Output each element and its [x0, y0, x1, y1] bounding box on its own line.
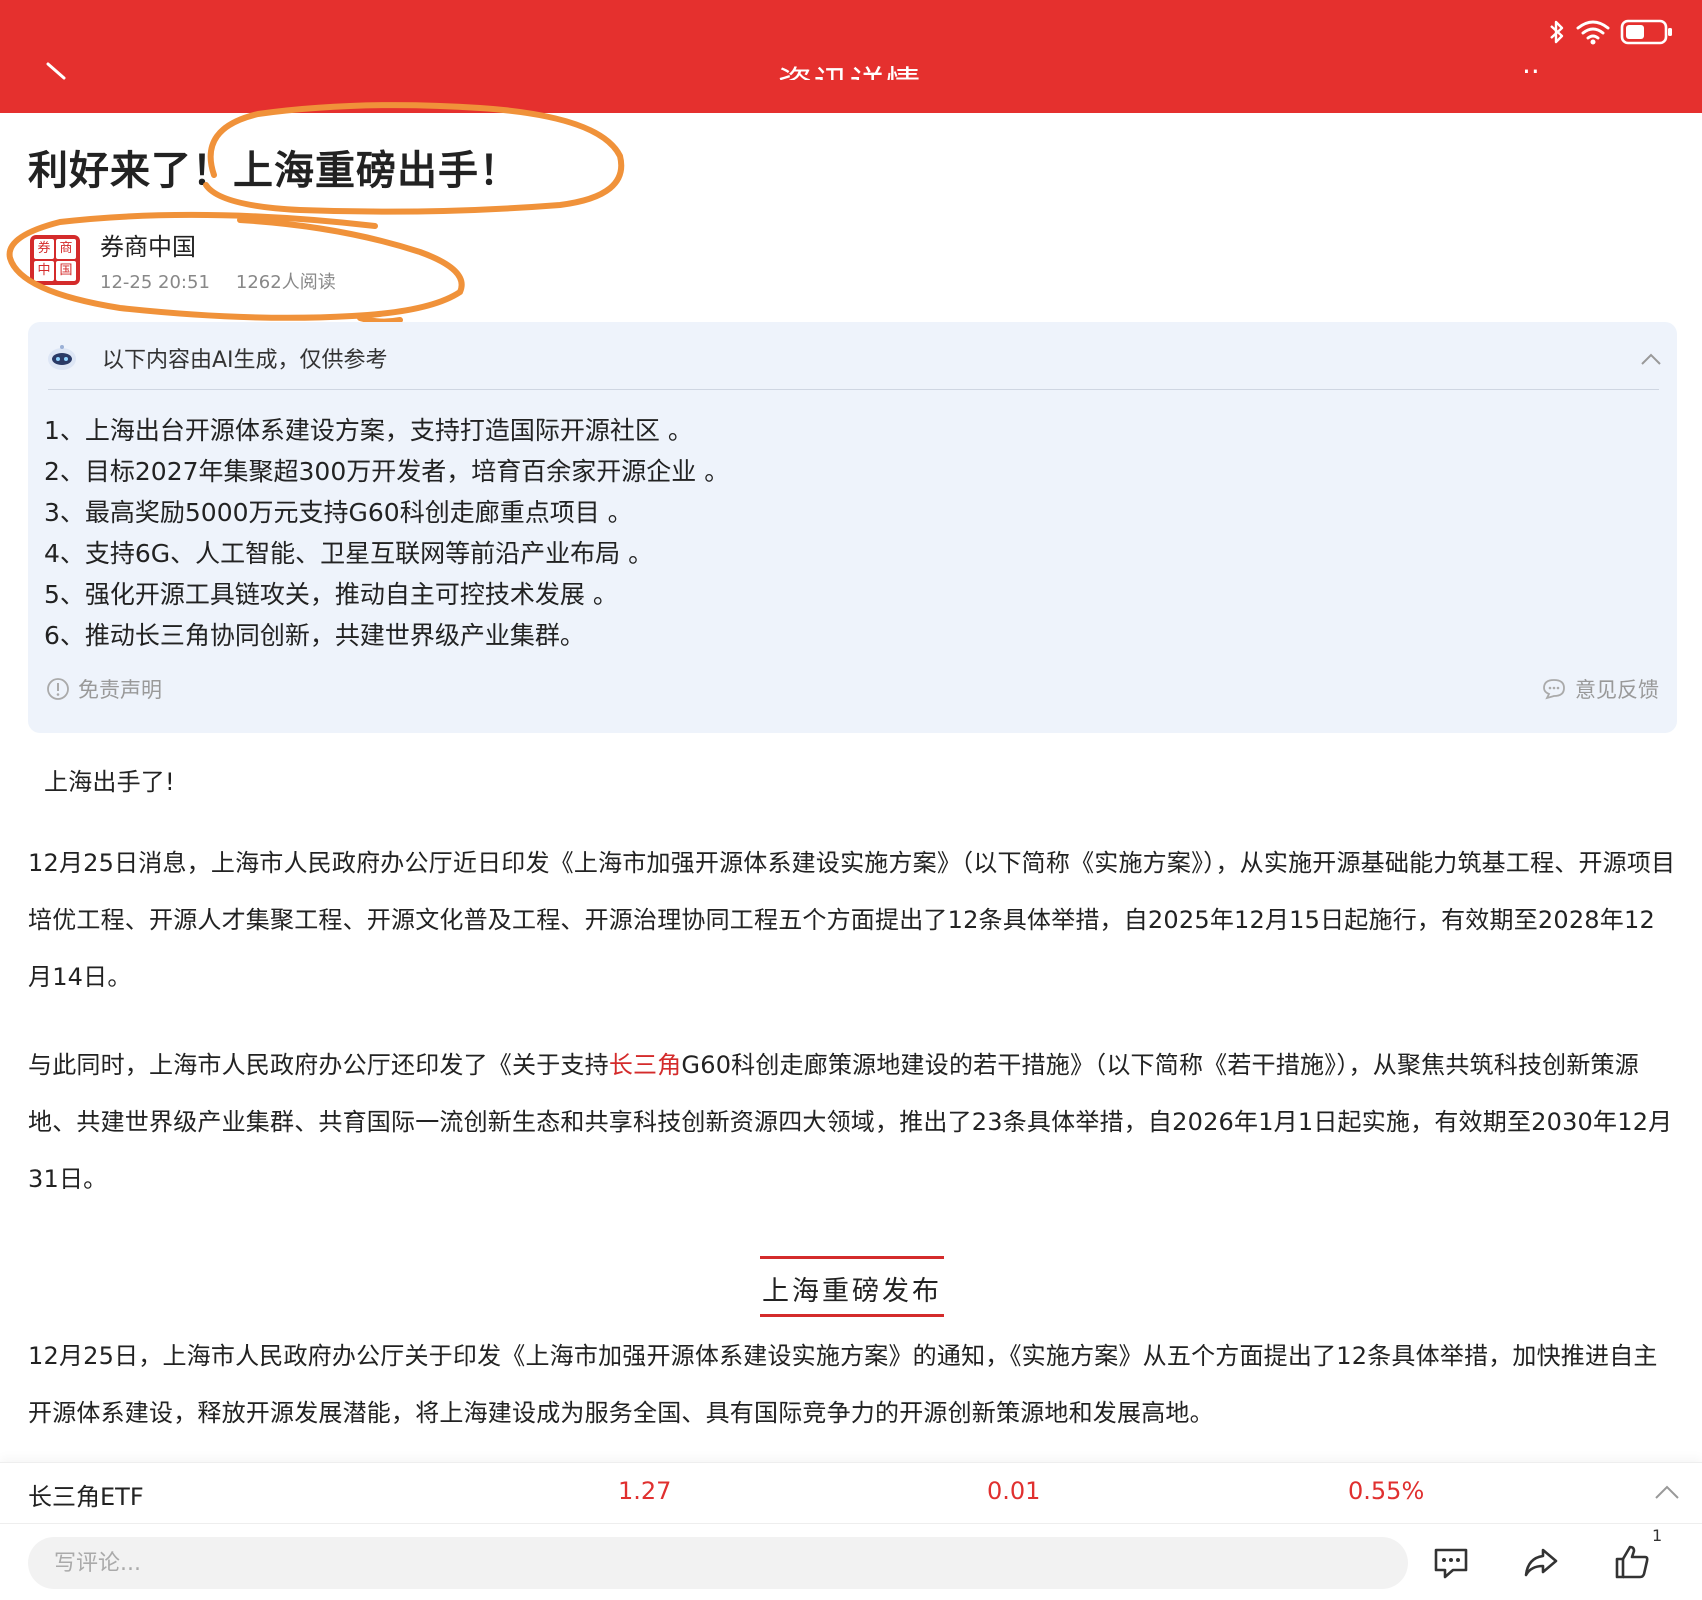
- article-meta: 12-25 20:51 1262人阅读: [100, 268, 336, 294]
- source-logo: 券 商 中 国: [30, 235, 80, 285]
- article-paragraph: 12月25日消息，上海市人民政府办公厅近日印发《上海市加强开源体系建设实施方案》…: [28, 849, 1676, 991]
- etf-price: 1.27: [618, 1477, 672, 1505]
- list-item: 1、上海出台开源体系建设方案，支持打造国际开源社区 。: [44, 416, 693, 445]
- page-title: 资讯详情: [740, 44, 960, 80]
- list-item: 2、目标2027年集聚超300万开发者，培育百余家开源企业 。: [44, 457, 730, 486]
- feedback-label: 意见反馈: [1575, 678, 1659, 702]
- article-intro: 上海出手了!: [44, 768, 175, 796]
- article-headline: 利好来了！上海重磅出手！: [28, 148, 520, 194]
- divider: [48, 389, 1659, 390]
- etf-change-percent: 0.55%: [1348, 1477, 1425, 1505]
- ai-robot-icon: [48, 345, 76, 370]
- status-bar: [1548, 18, 1674, 46]
- logo-char: 中: [34, 261, 54, 281]
- etf-quote-bar[interactable]: 长三角ETF 1.27 0.01 0.55%: [0, 1462, 1702, 1524]
- article-paragraph: 与此同时，上海市人民政府办公厅还印发了《关于支持长三角G60科创走廊策源地建设的…: [28, 1037, 1678, 1208]
- bluetooth-icon: [1550, 20, 1564, 44]
- read-count: 1262人阅读: [235, 271, 336, 293]
- ai-summary-list: 1、上海出台开源体系建设方案，支持打造国际开源社区 。 2、目标2027年集聚超…: [44, 410, 729, 656]
- share-icon[interactable]: [1521, 1542, 1561, 1582]
- section-heading: 上海重磅发布: [760, 1256, 944, 1317]
- like-count: 1: [1652, 1526, 1663, 1545]
- logo-char: 商: [56, 239, 76, 259]
- ai-summary-box: 以下内容由AI生成，仅供参考 1、上海出台开源体系建设方案，支持打造国际开源社区…: [28, 322, 1677, 733]
- source-name: 券商中国: [100, 232, 196, 261]
- list-item: 4、支持6G、人工智能、卫星互联网等前沿产业布局 。: [44, 539, 654, 568]
- article-paragraph: 12月25日，上海市人民政府办公厅关于印发《上海市加强开源体系建设实施方案》的通…: [28, 1342, 1658, 1427]
- more-menu-button[interactable]: ··: [1522, 52, 1562, 80]
- like-icon[interactable]: [1612, 1542, 1652, 1582]
- chevron-up-icon[interactable]: [1639, 348, 1663, 372]
- top-app-bar: 资讯详情 ··: [0, 0, 1702, 113]
- disclaimer-link[interactable]: 免责声明: [46, 674, 162, 704]
- back-arrow-icon[interactable]: [46, 60, 66, 80]
- etf-name: 长三角ETF: [28, 1483, 144, 1511]
- info-icon: [47, 678, 69, 700]
- paragraph-text: 与此同时，上海市人民政府办公厅还印发了《关于支持: [28, 1051, 609, 1079]
- comment-input[interactable]: [28, 1537, 1408, 1589]
- disclaimer-label: 免责声明: [78, 678, 162, 702]
- wifi-icon: [1576, 20, 1610, 45]
- battery-icon: [1620, 19, 1672, 45]
- ai-summary-header: 以下内容由AI生成，仅供参考: [46, 340, 388, 376]
- list-item: 3、最高奖励5000万元支持G60科创走廊重点项目 。: [44, 498, 633, 527]
- feedback-link[interactable]: 意见反馈: [1541, 674, 1659, 704]
- author-info: 券商中国 12-25 20:51 1262人阅读: [100, 227, 336, 294]
- logo-char: 国: [56, 261, 76, 281]
- comment-icon[interactable]: [1431, 1542, 1471, 1582]
- stock-link[interactable]: 长三角: [609, 1051, 682, 1079]
- bottom-action-bar: 1: [0, 1524, 1702, 1600]
- chevron-up-icon[interactable]: [1654, 1482, 1680, 1502]
- ai-summary-label: 以下内容由AI生成，仅供参考: [102, 348, 388, 373]
- etf-change: 0.01: [987, 1477, 1041, 1505]
- list-item: 5、强化开源工具链攻关，推动自主可控技术发展 。: [44, 580, 618, 609]
- feedback-icon: [1543, 679, 1565, 700]
- logo-char: 券: [34, 239, 54, 259]
- author-block[interactable]: 券 商 中 国 券商中国 12-25 20:51 1262人阅读: [30, 232, 336, 293]
- publish-time: 12-25 20:51: [100, 271, 210, 293]
- list-item: 6、推动长三角协同创新，共建世界级产业集群。: [44, 621, 585, 650]
